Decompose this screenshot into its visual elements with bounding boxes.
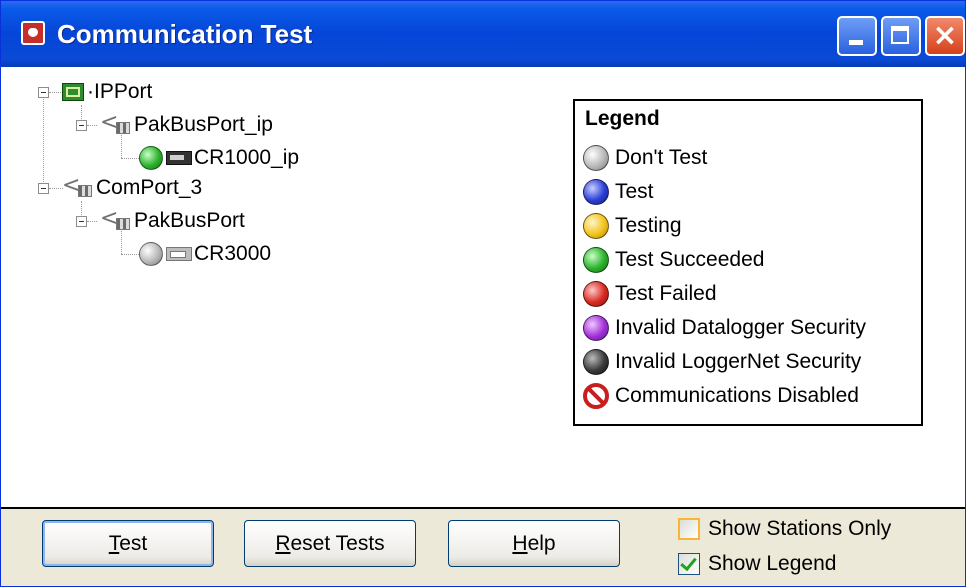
tree-node-cr1000-ip[interactable]: CR1000_ip	[139, 145, 299, 171]
status-dont-test-icon	[139, 242, 163, 266]
legend-item: Test	[583, 175, 866, 209]
button-bar: Test Reset Tests Help Show Stations Only…	[1, 507, 965, 586]
legend-title: Legend	[585, 107, 660, 130]
window-title: Communication Test	[57, 19, 313, 49]
status-failed-icon	[583, 281, 609, 307]
legend-label: Test Failed	[615, 282, 717, 305]
status-loggernet-security-icon	[583, 349, 609, 375]
accelerator-key: R	[275, 532, 291, 555]
title-bar[interactable]: Communication Test ×	[1, 1, 965, 67]
legend-list: Don't Test Test Testing Test Succeeded T…	[583, 141, 866, 413]
tree-node-pakbusport-ip[interactable]: PakBusPort_ip	[100, 110, 273, 138]
legend-label: Invalid Datalogger Security	[615, 316, 866, 339]
maximize-button[interactable]	[881, 16, 921, 56]
tree-node-label: PakBusPort	[134, 209, 245, 232]
legend-label: Don't Test	[615, 146, 708, 169]
legend-item: Test Failed	[583, 277, 866, 311]
show-legend-option[interactable]: Show Legend	[678, 549, 836, 579]
tree-node-label: CR3000	[194, 242, 272, 265]
tree-node-label: ComPort_3	[96, 176, 203, 199]
tree-connector	[121, 158, 139, 159]
serial-port-icon	[100, 206, 132, 232]
tree-connector	[43, 92, 44, 188]
show-stations-only-label: Show Stations Only	[708, 517, 892, 540]
accelerator-key: H	[512, 532, 528, 555]
accelerator-key: T	[108, 532, 120, 555]
reset-tests-button[interactable]: Reset Tests	[244, 520, 416, 567]
help-button[interactable]: Help	[448, 520, 620, 567]
legend-label: Test Succeeded	[615, 248, 765, 271]
collapse-icon[interactable]	[76, 216, 87, 227]
button-label: est	[119, 532, 148, 555]
collapse-icon[interactable]	[38, 183, 49, 194]
serial-port-icon	[62, 173, 94, 199]
legend-label: Testing	[615, 214, 682, 237]
tree-node-pakbusport[interactable]: PakBusPort	[100, 206, 245, 234]
collapse-icon[interactable]	[76, 120, 87, 131]
test-button[interactable]: Test	[42, 520, 214, 567]
close-button[interactable]: ×	[925, 16, 965, 56]
tree-node-cr3000[interactable]: CR3000	[139, 241, 271, 267]
status-datalogger-security-icon	[583, 315, 609, 341]
tree-connector	[87, 221, 97, 222]
legend-item: Test Succeeded	[583, 243, 866, 277]
tree-connector	[49, 188, 63, 189]
show-stations-only-checkbox[interactable]	[678, 518, 700, 540]
ipport-icon	[62, 83, 84, 101]
tree-connector	[121, 254, 139, 255]
show-legend-label: Show Legend	[708, 552, 837, 575]
communication-test-window: Communication Test × ·IPPort PakBusPort_…	[0, 0, 966, 587]
datalogger-icon	[166, 151, 192, 165]
status-succeeded-icon	[139, 146, 163, 170]
legend-panel: Legend Don't Test Test Testing Test Succ…	[573, 99, 923, 426]
status-succeeded-icon	[583, 247, 609, 273]
legend-label: Invalid LoggerNet Security	[615, 350, 862, 373]
legend-item: Invalid Datalogger Security	[583, 311, 866, 345]
no-entry-icon	[583, 383, 609, 409]
tree-node-label: ·IPPort	[87, 80, 153, 103]
tree-node-ipport[interactable]: ·IPPort	[62, 79, 152, 105]
tree-node-label: PakBusPort_ip	[134, 113, 273, 136]
show-legend-checkbox[interactable]	[678, 553, 700, 575]
button-label: eset Tests	[290, 532, 385, 555]
button-label: elp	[527, 532, 556, 555]
tree-node-comport3[interactable]: ComPort_3	[62, 173, 203, 201]
legend-label: Test	[615, 180, 654, 203]
show-stations-only-option[interactable]: Show Stations Only	[678, 514, 891, 544]
close-icon: ×	[932, 18, 958, 53]
status-test-icon	[583, 179, 609, 205]
legend-item: Testing	[583, 209, 866, 243]
collapse-icon[interactable]	[38, 87, 49, 98]
app-shield-icon[interactable]	[21, 21, 45, 45]
legend-item: Communications Disabled	[583, 379, 866, 413]
tree-node-label: CR1000_ip	[194, 146, 300, 169]
minimize-button[interactable]	[837, 16, 877, 56]
status-testing-icon	[583, 213, 609, 239]
legend-label: Communications Disabled	[615, 384, 859, 407]
datalogger-icon	[166, 247, 192, 261]
status-dont-test-icon	[583, 145, 609, 171]
tree-connector	[87, 125, 97, 126]
serial-port-icon	[100, 110, 132, 136]
tree-connector	[49, 92, 63, 93]
legend-item: Don't Test	[583, 141, 866, 175]
legend-item: Invalid LoggerNet Security	[583, 345, 866, 379]
